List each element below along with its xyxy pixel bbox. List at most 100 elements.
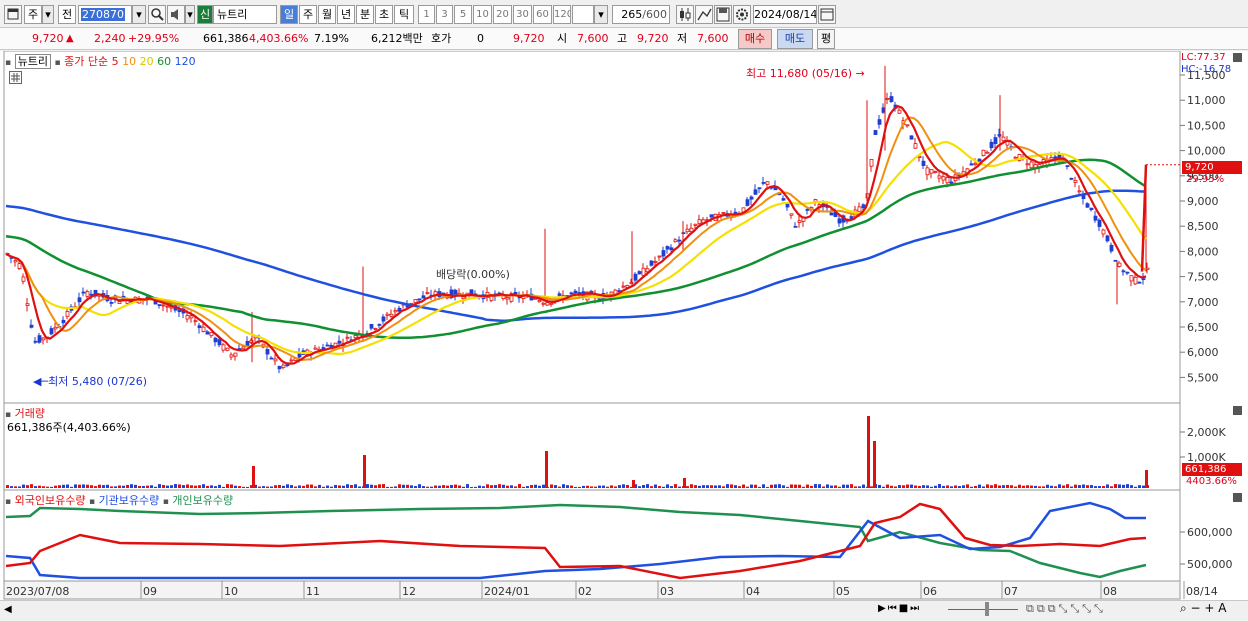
candle-body [421,295,426,299]
candle-body [221,344,226,351]
volume-value: 661,386 [203,32,249,45]
volume-bar [638,486,641,488]
volume-bar [698,485,701,488]
chart-canvas[interactable]: 11,50011,00010,50010,0009,5009,0008,5008… [0,51,1248,604]
interval-1-button[interactable]: 1 [418,5,435,24]
scroll-left-icon[interactable]: ◀ [4,604,12,615]
search-icon[interactable] [148,5,166,24]
period-week-button[interactable]: 주 [299,5,317,24]
period-select[interactable]: 주 [24,5,42,24]
period-month-button[interactable]: 월 [318,5,336,24]
speaker-icon[interactable] [167,5,185,24]
candle-body [37,335,42,343]
volume-bar [914,485,917,488]
volume-bar [870,486,873,488]
volume-bar [990,485,993,488]
volume-spike-bar [867,416,870,488]
candle-body [337,340,342,344]
code-dropdown-icon[interactable]: ▾ [132,5,146,24]
count-field[interactable]: 265/600 [612,5,670,24]
interval-20-button[interactable]: 20 [493,5,512,24]
playback-controls[interactable]: ▶⏮■⏭ [878,603,938,618]
ma-label[interactable]: 종가 단순 [64,55,108,68]
holding-axis-label: 600,000 [1187,526,1233,539]
save-icon[interactable] [714,5,732,24]
volume-panel-frame [3,402,1181,491]
volume-bar [1066,484,1069,488]
volume-bar [1082,484,1085,488]
candle-body [641,267,646,276]
volume-bar [858,486,861,488]
zoom-slider-handle[interactable] [985,602,989,616]
interval-120-button[interactable]: 120 [553,5,571,24]
volume-spike-bar [873,441,876,488]
volume-bar [370,484,373,488]
holding-panel-close-icon[interactable] [1233,493,1242,502]
volume-spike-bar [252,466,255,488]
candle-body [233,352,238,357]
volume-bar [162,484,165,488]
volume-bar [998,485,1001,488]
window-icon[interactable] [4,5,22,24]
period-minute-button[interactable]: 분 [356,5,374,24]
period-tick-button[interactable]: 틱 [394,5,414,24]
candle-body [385,313,390,316]
volume-bar [210,485,213,488]
zoom-tool-icons[interactable]: ⌕ − + A [1180,601,1226,616]
volume-bar [974,486,977,488]
interval-3-button[interactable]: 3 [436,5,453,24]
gear-icon[interactable] [733,5,751,24]
draw-tool-icon[interactable] [695,5,713,24]
speaker-dropdown-icon[interactable]: ▾ [185,5,195,24]
volume-bar [130,484,133,488]
prefix-select[interactable]: 전 [58,5,76,24]
interval-dropdown-icon[interactable]: ▾ [594,5,608,24]
period-day-button[interactable]: 일 [280,5,298,24]
calendar-icon[interactable] [818,5,836,24]
volume-bar [314,486,317,488]
code-input[interactable]: 270870 [78,5,132,24]
volume-bar [514,486,517,488]
date-field[interactable]: 2024/08/14 [753,5,817,24]
eval-button[interactable]: 평 [817,29,835,49]
current-price-tag: 9,720 [1182,161,1242,174]
candle-type-icon[interactable] [676,5,694,24]
interval-30-button[interactable]: 30 [513,5,532,24]
period-dropdown-icon[interactable]: ▾ [42,5,54,24]
interval-60-button[interactable]: 60 [533,5,552,24]
view-tool-icons[interactable]: ⧉⧉⧉⤡⤡⤡⤡ [1026,602,1106,616]
volume-bar [582,485,585,488]
volume-bar [154,486,157,488]
table-toggle-icon[interactable] [9,71,22,84]
institution-holding-label[interactable]: 기관보유수량 [99,494,160,507]
buy-button[interactable]: 매수 [738,29,772,49]
volume-bar [90,485,93,488]
chart-area[interactable]: 11,500 11,000 10,500 10,000 9,500 9,000 8,500 8… [0,51,1248,604]
period-second-button[interactable]: 초 [375,5,393,24]
volume-bar [1114,484,1117,488]
volume-bar [378,484,381,488]
price-panel-close-icon[interactable] [1233,53,1242,62]
candle-body [905,124,910,127]
volume-bar [854,486,857,488]
stock-name-tag[interactable]: 뉴트리 [14,54,51,69]
x-axis-label: 2024/01 [484,585,530,598]
candle-body [285,364,290,367]
interval-10-button[interactable]: 10 [473,5,492,24]
interval-5-button[interactable]: 5 [454,5,472,24]
candle-body [1109,244,1114,252]
zoom-slider[interactable] [948,607,1018,610]
volume-panel-close-icon[interactable] [1233,406,1242,415]
foreign-holding-label[interactable]: 외국인보유수량 [15,494,86,507]
sell-button[interactable]: 매도 [777,29,813,49]
interval-custom-input[interactable] [572,5,594,24]
period-year-button[interactable]: 년 [337,5,355,24]
quote-price: 9,720 [513,32,545,45]
volume-bar [278,484,281,488]
volume-bar [578,486,581,488]
volume-bar [766,486,769,488]
individual-holding-label[interactable]: 개인보유수량 [172,494,233,507]
volume-bar [430,486,433,488]
stock-name-field[interactable]: 뉴트리 [213,5,277,24]
candle-body [369,324,374,329]
